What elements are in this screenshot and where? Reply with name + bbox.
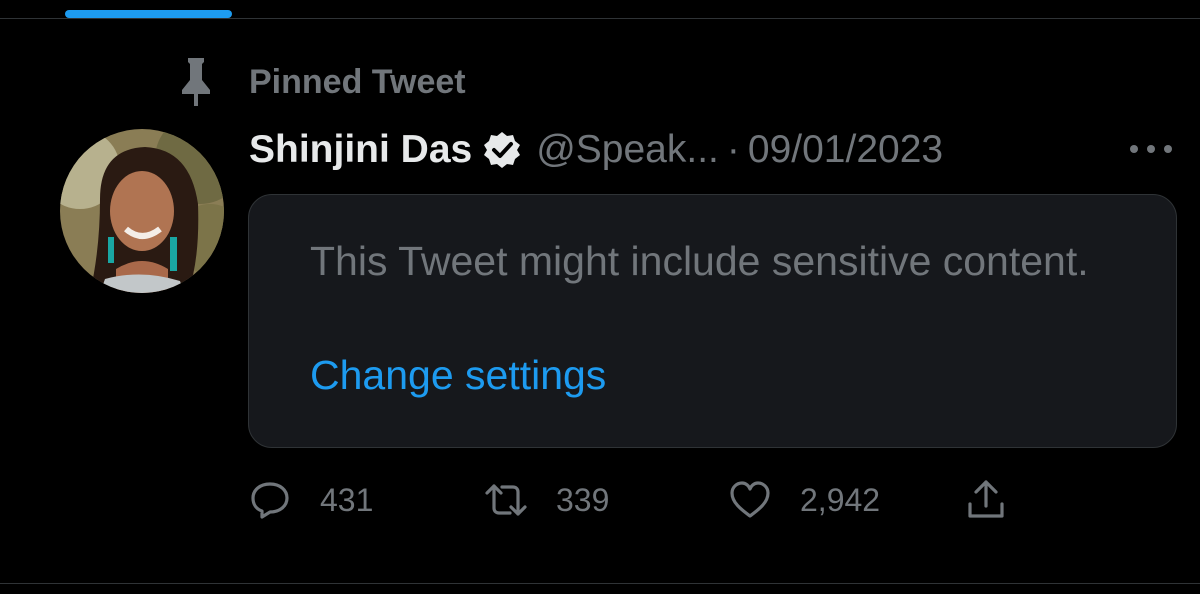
change-settings-link[interactable]: Change settings [310, 346, 606, 404]
reply-count: 431 [320, 481, 374, 518]
author-handle[interactable]: @Speak... [536, 128, 719, 172]
retweet-button[interactable]: 339 [484, 477, 609, 523]
share-icon [968, 480, 1004, 518]
reply-button[interactable]: 431 [248, 477, 373, 523]
pin-icon [182, 58, 210, 106]
retweet-icon [485, 484, 527, 516]
separator-dot: · [726, 128, 740, 171]
like-button[interactable]: 2,942 [728, 477, 880, 523]
tweet-header: Shinjini Das @Speak... · 09/01/2023 [249, 128, 943, 172]
pinned-tweet-label: Pinned Tweet [249, 63, 466, 101]
retweet-count: 339 [556, 481, 610, 518]
active-tab-indicator [65, 10, 232, 18]
share-button[interactable] [964, 477, 1008, 523]
reply-icon [251, 482, 289, 519]
verified-badge-icon [484, 132, 521, 168]
sensitive-content-warning: This Tweet might include sensitive conte… [310, 238, 1089, 284]
like-count: 2,942 [800, 481, 881, 518]
bottom-divider [0, 583, 1200, 584]
heart-icon [730, 481, 770, 518]
author-name[interactable]: Shinjini Das [249, 128, 472, 172]
pinned-tweet[interactable]: Pinned Tweet Shinjini Das @Speak... · 09… [0, 19, 1200, 583]
avatar[interactable] [60, 129, 224, 293]
tweet-date[interactable]: 09/01/2023 [748, 128, 943, 172]
more-options-icon[interactable] [1128, 141, 1174, 157]
sensitive-content-card: This Tweet might include sensitive conte… [248, 194, 1177, 448]
